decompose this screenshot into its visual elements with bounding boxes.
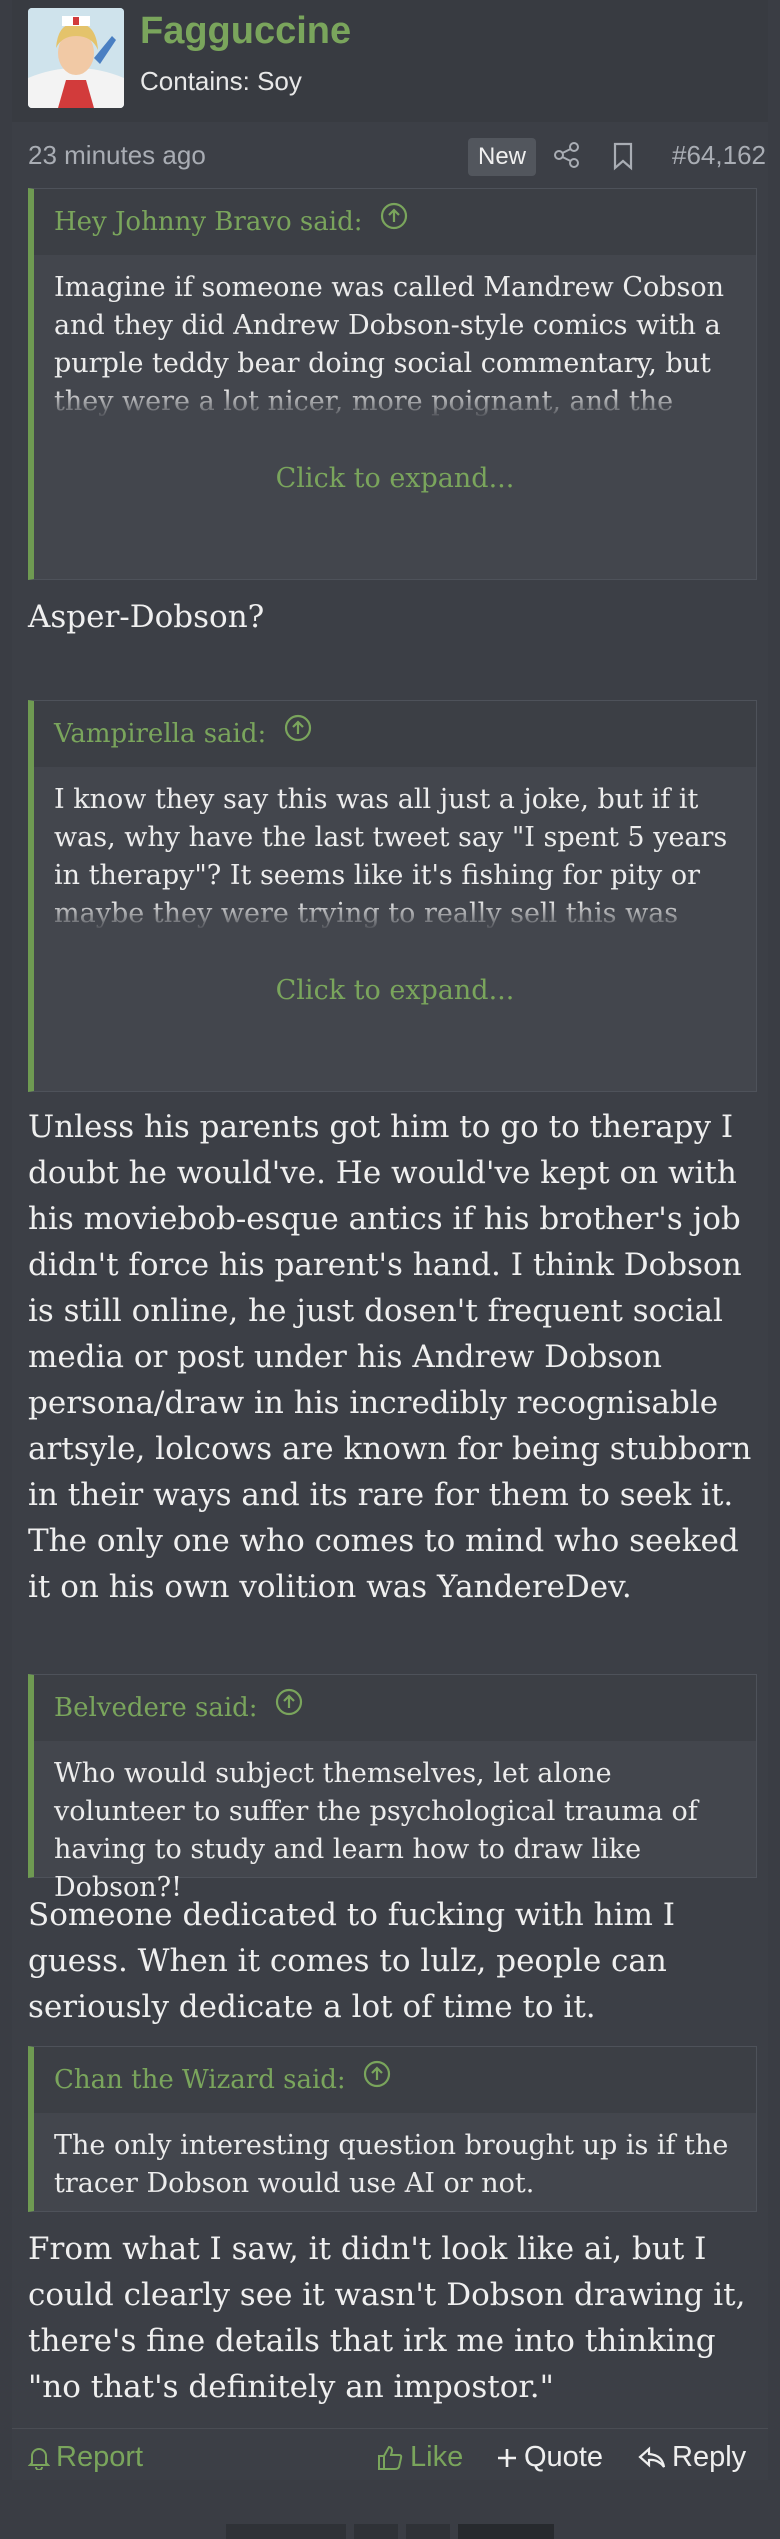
reply-text: Asper-Dobson?	[28, 599, 265, 635]
quote-label: Quote	[524, 2441, 603, 2473]
quote-text: Who would subject themselves, let alone …	[54, 1758, 698, 1903]
forum-post: Fagguccine Contains: Soy 23 minutes ago …	[12, 0, 768, 2480]
username[interactable]: Fagguccine	[140, 10, 351, 53]
reply-button[interactable]: Reply	[638, 2441, 746, 2474]
quote-block: Belvedere said: Who would subject themse…	[28, 1674, 757, 1903]
pagination-button[interactable]	[406, 2524, 450, 2539]
post-actions: Report Like Quote Reply	[12, 2428, 768, 2485]
quote-header[interactable]: Belvedere said:	[34, 1675, 756, 1741]
expand-link[interactable]: Click to expand...	[34, 931, 756, 1021]
pagination-button[interactable]	[354, 2524, 398, 2539]
new-badge: New	[468, 138, 537, 176]
jump-up-icon[interactable]	[283, 702, 313, 768]
quote-author[interactable]: Chan the Wizard said:	[54, 2065, 346, 2095]
quote-header[interactable]: Vampirella said:	[34, 701, 756, 767]
post-time[interactable]: 23 minutes ago	[28, 140, 206, 171]
quote-header[interactable]: Chan the Wizard said:	[34, 2047, 756, 2113]
reply-text: Someone dedicated to fucking with him I …	[28, 1897, 676, 2025]
like-button[interactable]: Like	[376, 2441, 463, 2474]
like-label: Like	[410, 2441, 464, 2473]
quote-button[interactable]: Quote	[496, 2441, 603, 2474]
reply-text: From what I saw, it didn't look like ai,…	[28, 2231, 746, 2405]
reply-text: Unless his parents got him to go to ther…	[28, 1109, 752, 1605]
post-number[interactable]: #64,162	[672, 140, 766, 171]
user-header: Fagguccine Contains: Soy	[12, 0, 768, 122]
quote-text: Imagine if someone was called Mandrew Co…	[34, 255, 756, 419]
quote-block: Vampirella said: I know they say this wa…	[28, 700, 757, 1092]
thumbs-up-icon	[378, 2445, 403, 2470]
expand-link[interactable]: Click to expand...	[34, 419, 756, 509]
report-label: Report	[56, 2441, 144, 2473]
jump-up-icon[interactable]	[362, 2048, 392, 2114]
quote-author[interactable]: Vampirella said:	[54, 719, 266, 749]
user-avatar[interactable]	[28, 8, 124, 108]
quote-author[interactable]: Hey Johnny Bravo said:	[54, 207, 362, 237]
quote-text: The only interesting question brought up…	[54, 2130, 729, 2199]
bell-icon	[28, 2447, 50, 2470]
quote-header[interactable]: Hey Johnny Bravo said:	[34, 189, 756, 255]
pagination-button[interactable]	[226, 2524, 346, 2539]
plus-icon	[498, 2448, 516, 2467]
quote-block: Hey Johnny Bravo said: Imagine if someon…	[28, 188, 757, 580]
quote-text: I know they say this was all just a joke…	[34, 767, 756, 931]
quote-author[interactable]: Belvedere said:	[54, 1693, 258, 1723]
reply-icon	[638, 2446, 666, 2468]
reply-label: Reply	[672, 2441, 747, 2473]
jump-up-icon[interactable]	[274, 1676, 304, 1742]
user-title: Contains: Soy	[140, 66, 302, 96]
post-meta: 23 minutes ago New #64,162	[28, 138, 766, 176]
share-icon[interactable]	[552, 140, 582, 170]
pagination-button[interactable]	[458, 2524, 554, 2539]
bookmark-icon[interactable]	[610, 140, 636, 172]
quote-block: Chan the Wizard said: The only interesti…	[28, 2046, 757, 2212]
report-button[interactable]: Report	[28, 2441, 143, 2474]
jump-up-icon[interactable]	[379, 190, 409, 256]
